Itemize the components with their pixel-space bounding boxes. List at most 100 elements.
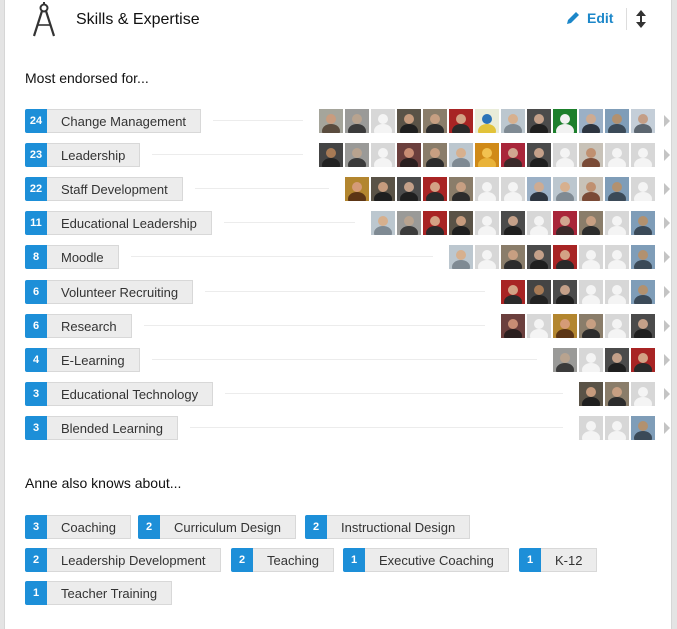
skill-pill[interactable]: 6 Volunteer Recruiting [25,280,194,304]
endorser-avatar[interactable] [579,177,603,201]
endorser-avatar[interactable] [553,348,577,372]
endorser-avatar[interactable] [501,143,525,167]
endorser-avatar[interactable] [449,177,473,201]
chevron-right-icon[interactable] [663,115,671,127]
endorser-avatar[interactable] [371,211,395,235]
endorser-avatar-placeholder[interactable] [527,211,551,235]
endorser-avatar[interactable] [501,109,525,133]
chevron-right-icon[interactable] [663,251,671,263]
skill-pill[interactable]: 4 E-Learning [25,348,140,372]
endorser-avatar[interactable] [423,143,447,167]
endorser-avatar[interactable] [475,143,499,167]
endorser-avatar[interactable] [501,245,525,269]
endorser-avatar-placeholder[interactable] [605,143,629,167]
endorser-avatar[interactable] [605,177,629,201]
endorser-avatar[interactable] [579,314,603,338]
endorser-avatar[interactable] [553,211,577,235]
skill-pill[interactable]: 8 Moodle [25,245,119,269]
also-knows-skill-pill[interactable]: 1 K-12 [519,548,598,572]
endorser-avatar[interactable] [553,177,577,201]
endorser-avatar[interactable] [579,143,603,167]
endorser-avatar[interactable] [345,143,369,167]
endorser-avatar-placeholder[interactable] [579,416,603,440]
endorser-avatar[interactable] [371,177,395,201]
skill-pill[interactable]: 24 Change Management [25,109,202,133]
endorser-avatar[interactable] [631,280,655,304]
endorser-avatar-placeholder[interactable] [631,382,655,406]
endorser-avatar[interactable] [579,109,603,133]
endorser-avatar[interactable] [631,211,655,235]
endorser-avatar[interactable] [527,245,551,269]
endorser-avatar-placeholder[interactable] [475,211,499,235]
endorser-avatar-placeholder[interactable] [475,245,499,269]
endorser-avatar[interactable] [319,109,343,133]
endorser-avatar[interactable] [397,211,421,235]
also-knows-skill-pill[interactable]: 2 Teaching [231,548,335,572]
endorser-avatar-placeholder[interactable] [631,177,655,201]
endorser-avatar-placeholder[interactable] [371,109,395,133]
endorser-avatar[interactable] [475,109,499,133]
endorser-avatar[interactable] [553,245,577,269]
endorser-avatar[interactable] [605,382,629,406]
endorser-avatar[interactable] [631,109,655,133]
also-knows-skill-pill[interactable]: 2 Curriculum Design [138,515,296,539]
endorser-avatar[interactable] [605,109,629,133]
also-knows-skill-pill[interactable]: 2 Leadership Development [25,548,221,572]
skill-pill[interactable]: 6 Research [25,314,132,338]
endorser-avatar-placeholder[interactable] [605,314,629,338]
endorser-avatar[interactable] [553,109,577,133]
endorser-avatar-placeholder[interactable] [371,143,395,167]
endorser-avatar[interactable] [345,109,369,133]
endorser-avatar[interactable] [397,177,421,201]
endorser-avatar[interactable] [553,314,577,338]
endorser-avatar[interactable] [605,348,629,372]
endorser-avatar[interactable] [449,109,473,133]
reorder-arrows-icon[interactable] [635,9,647,29]
endorser-avatar-placeholder[interactable] [579,245,603,269]
endorser-avatar[interactable] [527,177,551,201]
skill-pill[interactable]: 23 Leadership [25,143,141,167]
also-knows-skill-pill[interactable]: 1 Executive Coaching [343,548,509,572]
endorser-avatar[interactable] [423,177,447,201]
chevron-right-icon[interactable] [663,354,671,366]
chevron-right-icon[interactable] [663,183,671,195]
endorser-avatar-placeholder[interactable] [605,211,629,235]
chevron-right-icon[interactable] [663,149,671,161]
chevron-right-icon[interactable] [663,422,671,434]
endorser-avatar[interactable] [449,245,473,269]
endorser-avatar-placeholder[interactable] [579,348,603,372]
also-knows-skill-pill[interactable]: 1 Teacher Training [25,581,173,605]
endorser-avatar[interactable] [527,143,551,167]
endorser-avatar[interactable] [579,211,603,235]
also-knows-skill-pill[interactable]: 2 Instructional Design [305,515,471,539]
endorser-avatar[interactable] [501,211,525,235]
skill-pill[interactable]: 22 Staff Development [25,177,183,201]
edit-button[interactable]: Edit [565,10,613,26]
endorser-avatar-placeholder[interactable] [605,280,629,304]
endorser-avatar[interactable] [631,416,655,440]
endorser-avatar[interactable] [501,314,525,338]
endorser-avatar-placeholder[interactable] [631,143,655,167]
endorser-avatar[interactable] [449,211,473,235]
endorser-avatar[interactable] [345,177,369,201]
endorser-avatar[interactable] [319,143,343,167]
endorser-avatar-placeholder[interactable] [553,143,577,167]
endorser-avatar[interactable] [631,245,655,269]
chevron-right-icon[interactable] [663,286,671,298]
endorser-avatar[interactable] [527,109,551,133]
endorser-avatar[interactable] [423,211,447,235]
endorser-avatar[interactable] [579,382,603,406]
endorser-avatar[interactable] [397,143,421,167]
endorser-avatar-placeholder[interactable] [501,177,525,201]
skill-pill[interactable]: 11 Educational Leadership [25,211,212,235]
chevron-right-icon[interactable] [663,217,671,229]
endorser-avatar[interactable] [449,143,473,167]
endorser-avatar-placeholder[interactable] [475,177,499,201]
endorser-avatar[interactable] [501,280,525,304]
endorser-avatar[interactable] [397,109,421,133]
chevron-right-icon[interactable] [663,388,671,400]
endorser-avatar-placeholder[interactable] [579,280,603,304]
endorser-avatar-placeholder[interactable] [605,245,629,269]
endorser-avatar-placeholder[interactable] [605,416,629,440]
also-knows-skill-pill[interactable]: 3 Coaching [25,515,131,539]
